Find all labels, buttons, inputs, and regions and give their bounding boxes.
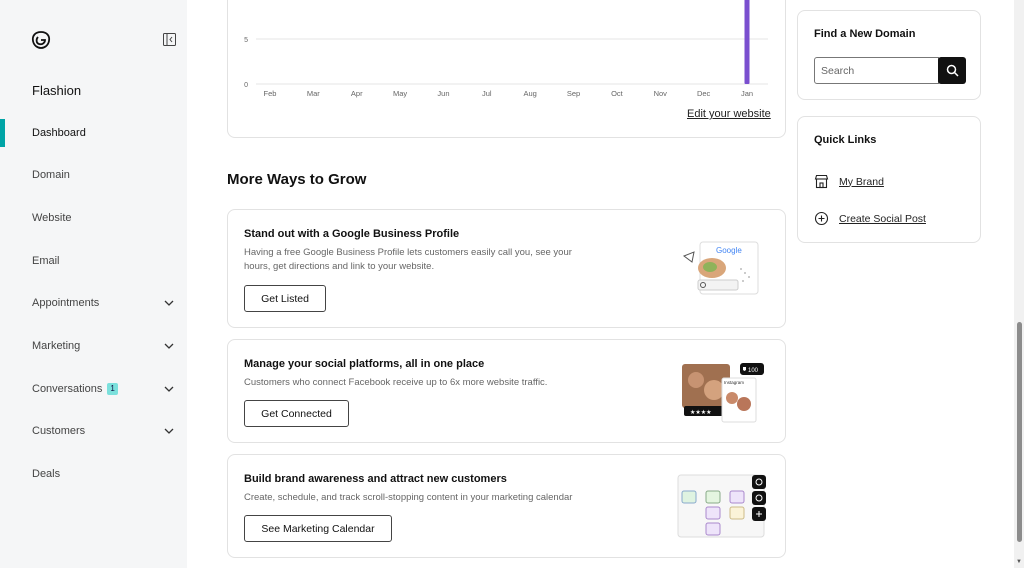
chevron-down-icon[interactable] <box>163 297 175 309</box>
sidebar-item-dashboard[interactable]: Dashboard <box>0 119 187 147</box>
get-connected-button[interactable]: Get Connected <box>244 400 349 427</box>
notification-badge: 1 <box>107 383 118 395</box>
scrollbar-thumb[interactable] <box>1017 322 1022 542</box>
sidebar-item-marketing[interactable]: Marketing <box>0 332 187 360</box>
traffic-chart: 0 5 Feb Mar Apr May Jun Jul Aug Sep Oct Nov Dec Jan <box>244 0 768 98</box>
see-marketing-calendar-button[interactable]: See Marketing Calendar <box>244 515 392 542</box>
google-label: Google <box>716 246 742 255</box>
y-tick-label: 5 <box>244 37 248 44</box>
chevron-down-icon[interactable] <box>163 425 175 437</box>
sidebar: Flashion Dashboard Domain Website Email … <box>0 0 187 568</box>
sidebar-item-website[interactable]: Website <box>0 204 187 232</box>
chevron-down-icon[interactable] <box>163 383 175 395</box>
sidebar-item-label: Marketing <box>32 340 81 352</box>
sidebar-item-label: Domain <box>32 169 70 181</box>
card-title: Stand out with a Google Business Profile <box>244 228 460 240</box>
social-platforms-card: Manage your social platforms, all in one… <box>227 339 786 443</box>
card-title: Quick Links <box>814 134 877 146</box>
section-title: More Ways to Grow <box>227 171 367 188</box>
sidebar-item-label: Dashboard <box>32 127 86 139</box>
sidebar-item-conversations[interactable]: Conversations 1 <box>0 375 187 403</box>
sidebar-item-label: Appointments <box>32 297 100 309</box>
svg-text:★★★★: ★★★★ <box>690 409 712 416</box>
godaddy-logo-icon[interactable] <box>31 30 51 50</box>
domain-search-button[interactable] <box>938 57 966 84</box>
storefront-icon <box>814 174 829 189</box>
x-tick-label: Jul <box>482 89 492 98</box>
collapse-sidebar-icon[interactable] <box>163 33 176 46</box>
sidebar-item-label: Deals <box>32 468 61 480</box>
site-name[interactable]: Flashion <box>32 83 81 98</box>
card-description: Customers who connect Facebook receive u… <box>244 377 548 388</box>
sidebar-item-label: Email <box>32 255 60 267</box>
x-tick-label: Jun <box>437 89 449 98</box>
sidebar-item-label: Customers <box>32 425 86 437</box>
sidebar-item-deals[interactable]: Deals <box>0 460 187 488</box>
card-title: Find a New Domain <box>814 28 916 40</box>
card-description: Create, schedule, and track scroll-stopp… <box>244 492 573 503</box>
card-description: Having a free Google Business Profile le… <box>244 247 572 272</box>
sidebar-item-domain[interactable]: Domain <box>0 161 187 189</box>
y-tick-label: 0 <box>244 82 248 89</box>
like-count: 100 <box>748 368 759 374</box>
quick-link-my-brand[interactable]: My Brand <box>814 174 884 189</box>
x-tick-label: Aug <box>524 89 537 98</box>
sidebar-item-label: Website <box>32 212 72 224</box>
x-tick-label: Oct <box>611 89 624 98</box>
sidebar-item-appointments[interactable]: Appointments <box>0 289 187 317</box>
x-tick-label: Nov <box>654 89 668 98</box>
social-illustration: ★★★★ Instagram 100 <box>682 363 764 423</box>
x-tick-label: Sep <box>567 89 580 98</box>
sidebar-item-email[interactable]: Email <box>0 247 187 275</box>
chart-bar[interactable] <box>744 0 750 84</box>
quick-link-create-social-post[interactable]: Create Social Post <box>814 211 926 226</box>
plus-circle-icon <box>814 211 829 226</box>
card-title: Manage your social platforms, all in one… <box>244 358 485 370</box>
x-tick-label: Dec <box>697 89 711 98</box>
marketing-calendar-card: Build brand awareness and attract new cu… <box>227 454 786 558</box>
x-tick-label: May <box>393 89 407 98</box>
quick-links-card: Quick Links My Brand Create Social Post <box>797 116 981 243</box>
sidebar-item-label: Conversations <box>32 383 103 395</box>
quick-link-label: Create Social Post <box>839 212 926 225</box>
chevron-down-icon[interactable] <box>163 340 175 352</box>
x-tick-label: Mar <box>307 89 320 98</box>
x-tick-label: Apr <box>351 89 363 98</box>
find-domain-card: Find a New Domain <box>797 10 981 100</box>
domain-search-input[interactable] <box>814 57 939 84</box>
quick-link-label: My Brand <box>839 175 884 188</box>
search-icon <box>946 64 959 77</box>
scroll-down-arrow-icon[interactable]: ▼ <box>1016 559 1022 565</box>
get-listed-button[interactable]: Get Listed <box>244 285 326 312</box>
edit-website-link[interactable]: Edit your website <box>687 108 771 120</box>
google-profile-card: Stand out with a Google Business Profile… <box>227 209 786 328</box>
sidebar-item-customers[interactable]: Customers <box>0 417 187 445</box>
x-tick-label: Jan <box>741 89 753 98</box>
x-tick-label: Feb <box>264 89 277 98</box>
card-title: Build brand awareness and attract new cu… <box>244 473 507 485</box>
instagram-label: Instagram <box>724 380 744 385</box>
calendar-illustration <box>677 474 766 538</box>
google-profile-illustration: Google <box>682 241 759 295</box>
